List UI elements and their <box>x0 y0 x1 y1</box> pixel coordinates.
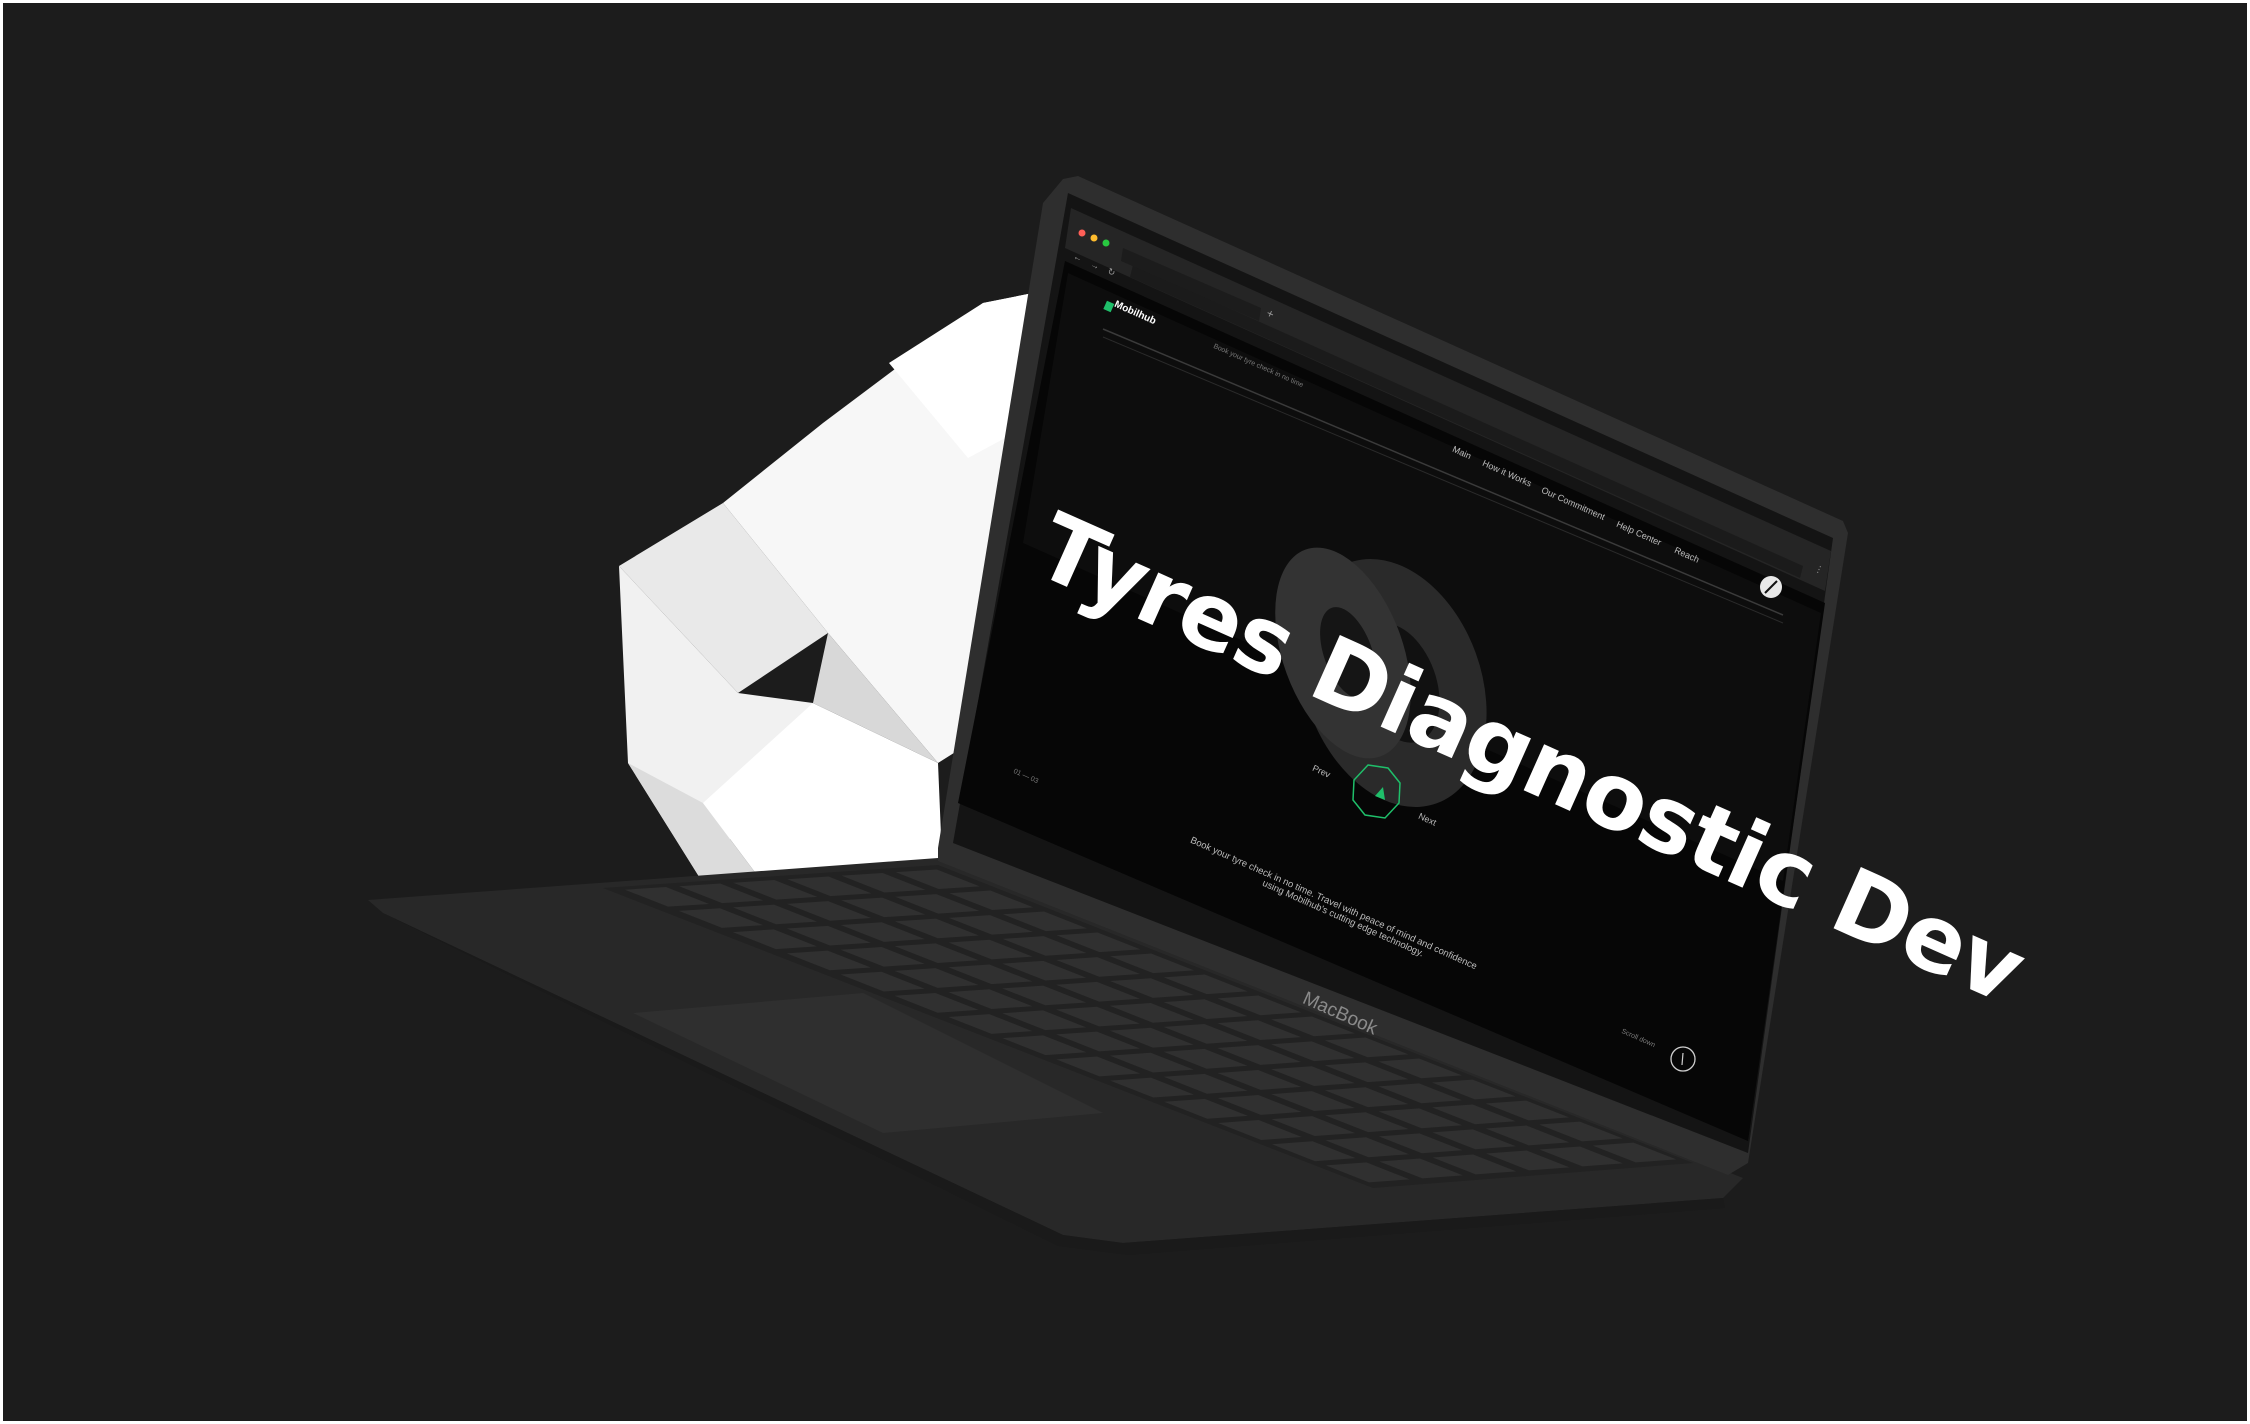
mockup-canvas: ← → ↻ + ⋮ Mobilhub Book your tyre check … <box>3 3 2247 1421</box>
laptop-illustration <box>368 176 1848 1255</box>
